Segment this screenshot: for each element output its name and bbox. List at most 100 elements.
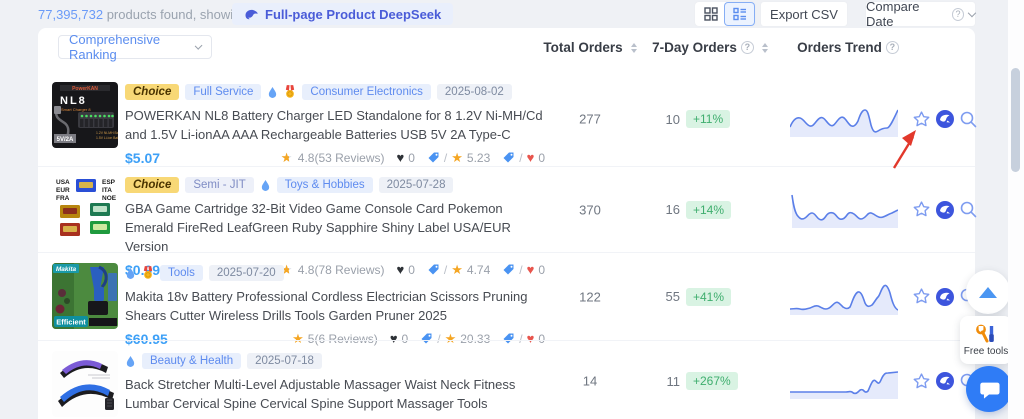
- date-badge: 2025-08-02: [436, 84, 512, 100]
- product-row: USA EUR FRA ESP ITA NOE Choice Semi - JI…: [38, 166, 978, 278]
- product-title[interactable]: Makita 18v Battery Professional Cordless…: [125, 288, 545, 326]
- medal-icon: [143, 266, 153, 279]
- deepseek-circle-icon: [936, 287, 954, 306]
- 7day-orders-cell: 10 +11%: [632, 110, 792, 128]
- deepseek-whale-icon: [245, 9, 258, 19]
- svg-text:1.5V Li-ion Battery: 1.5V Li-ion Battery: [96, 136, 118, 140]
- wishlist-heart-icon: ♥: [396, 150, 405, 166]
- water-drop-icon: [261, 179, 269, 191]
- product-title[interactable]: POWERKAN NL8 Battery Charger LED Standal…: [125, 107, 545, 145]
- favorite-star-button[interactable]: [912, 287, 931, 307]
- svg-text:Makita: Makita: [56, 266, 77, 273]
- date-badge: 2025-07-20: [208, 265, 284, 281]
- question-icon: ?: [951, 7, 965, 21]
- scrollbar-track: [1008, 0, 1024, 419]
- svg-text:5V/2A: 5V/2A: [57, 137, 74, 143]
- free-tools-button[interactable]: Free tools: [960, 316, 1012, 364]
- scrollbar-thumb[interactable]: [1011, 68, 1020, 172]
- service-badge: Semi - JIT: [185, 177, 254, 193]
- product-image[interactable]: Makita Efficient: [52, 263, 118, 329]
- total-orders-value: 370: [579, 202, 601, 217]
- svg-text:1.2V Ni-MH Battery: 1.2V Ni-MH Battery: [96, 131, 118, 135]
- svg-text:ITA: ITA: [102, 187, 112, 194]
- export-csv-button[interactable]: Export CSV: [761, 2, 847, 26]
- orders-trend-sparkline: [789, 101, 899, 137]
- results-count: 77,395,732: [38, 7, 104, 22]
- sort-icon[interactable]: [761, 42, 768, 53]
- product-image[interactable]: PowerKAN NL8 Smart Charger 8 5V/2A 1.2V …: [52, 82, 118, 148]
- search-similar-button[interactable]: [959, 200, 978, 220]
- magnifier-icon: [960, 111, 977, 127]
- total-orders-value: 14: [582, 373, 598, 389]
- grid-view-icon: [703, 7, 718, 21]
- top-bar: 77,395,732 products found, showing 600 F…: [0, 0, 1024, 29]
- svg-text:PowerKAN: PowerKAN: [72, 86, 98, 92]
- 7day-orders-cell: 11 +267%: [632, 372, 792, 390]
- growth-badge: +11%: [686, 110, 731, 128]
- water-drop-icon: [126, 355, 135, 367]
- total-orders-value: 277: [579, 111, 601, 127]
- deepseek-button[interactable]: Full-page Product DeepSeek: [232, 3, 454, 25]
- deepseek-analyze-button[interactable]: [935, 109, 955, 129]
- deepseek-analyze-button[interactable]: [935, 371, 955, 391]
- chevron-down-icon: [967, 8, 977, 17]
- product-image[interactable]: [52, 351, 118, 417]
- column-header-total-orders[interactable]: Total Orders: [530, 40, 650, 55]
- category-badge[interactable]: Toys & Hobbies: [276, 177, 373, 193]
- svg-text:NOE: NOE: [102, 195, 117, 202]
- choice-badge: Choice: [125, 177, 180, 193]
- star-outline-icon: [913, 288, 930, 304]
- svg-text:EUR: EUR: [56, 187, 70, 194]
- water-drop-icon: [126, 267, 135, 279]
- deepseek-analyze-button[interactable]: [935, 287, 955, 307]
- svg-text:NL8: NL8: [60, 95, 87, 107]
- choice-badge: Choice: [125, 84, 180, 100]
- growth-badge: +267%: [686, 372, 738, 390]
- magnifier-icon: [960, 201, 977, 218]
- svg-text:ESP: ESP: [102, 179, 116, 186]
- product-price: $5.07: [125, 149, 161, 166]
- orders-tag-icon: [503, 152, 514, 163]
- column-header-7day-orders[interactable]: 7-Day Orders ?: [635, 40, 785, 55]
- back-to-top-button[interactable]: [966, 270, 1010, 314]
- deepseek-circle-icon: [936, 200, 954, 219]
- search-similar-button[interactable]: [959, 109, 978, 129]
- tools-icon: [976, 324, 994, 342]
- growth-badge: +14%: [686, 200, 732, 219]
- orders-tag-icon: [428, 152, 439, 163]
- product-image[interactable]: USA EUR FRA ESP ITA NOE: [52, 175, 118, 241]
- svg-text:Smart Charger 8: Smart Charger 8: [61, 107, 91, 112]
- deepseek-circle-icon: [936, 372, 954, 390]
- favorite-star-button[interactable]: [912, 371, 931, 391]
- chat-button[interactable]: [966, 366, 1012, 412]
- list-view-button[interactable]: [725, 3, 754, 25]
- category-badge[interactable]: Consumer Electronics: [302, 84, 431, 100]
- product-title[interactable]: GBA Game Cartridge 32-Bit Video Game Con…: [125, 200, 545, 257]
- orders-trend-sparkline: [790, 192, 899, 228]
- question-icon: ?: [740, 41, 754, 54]
- up-triangle-icon: [979, 286, 997, 298]
- question-icon: ?: [885, 41, 899, 54]
- category-badge[interactable]: Tools: [160, 265, 203, 281]
- compare-date-dropdown[interactable]: Compare Date ?: [866, 0, 977, 29]
- 7day-orders-cell: 16 +14%: [632, 200, 792, 219]
- svg-text:USA: USA: [56, 179, 70, 186]
- ranking-dropdown[interactable]: Comprehensive Ranking: [58, 32, 212, 62]
- medal-icon: [286, 85, 295, 98]
- half-star-icon: ★ ★: [280, 150, 293, 166]
- favorite-star-button[interactable]: [912, 200, 931, 220]
- product-row: Makita Efficient Tools 2025-07-20 Makita…: [38, 252, 977, 347]
- orders-trend-sparkline: [789, 279, 899, 315]
- product-title[interactable]: Back Stretcher Multi-Level Adjustable Ma…: [125, 376, 545, 414]
- grid-view-button[interactable]: [696, 3, 725, 25]
- column-header-orders-trend: Orders Trend ?: [773, 40, 923, 55]
- favorite-star-button[interactable]: [912, 109, 931, 129]
- deepseek-circle-icon: [936, 110, 954, 128]
- deepseek-analyze-button[interactable]: [935, 200, 955, 220]
- service-badge: Full Service: [185, 84, 262, 100]
- chat-bubble-icon: [980, 382, 1000, 399]
- svg-text:FRA: FRA: [56, 195, 70, 202]
- water-drop-icon: [269, 86, 277, 98]
- category-badge[interactable]: Beauty & Health: [142, 353, 242, 369]
- date-badge: 2025-07-18: [247, 353, 322, 369]
